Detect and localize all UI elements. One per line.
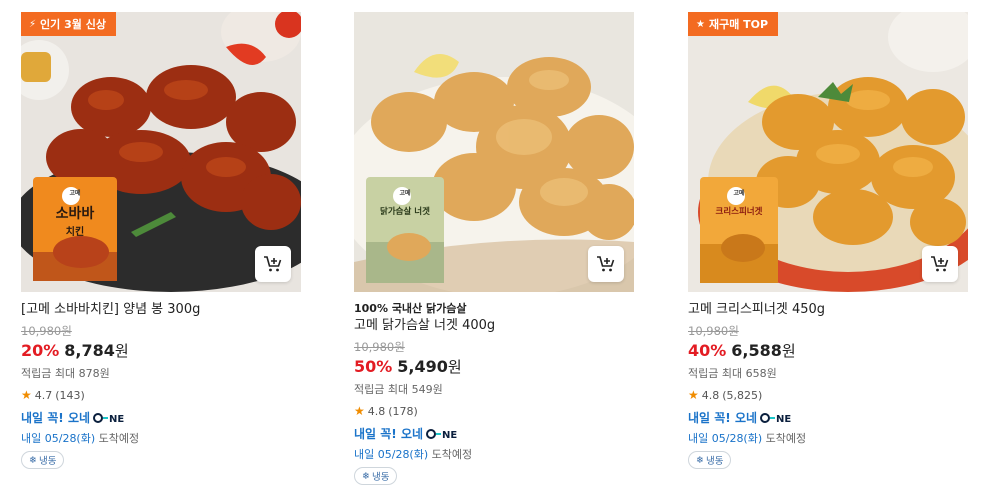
product-card[interactable]: 고메 크리스피너겟 ★ 재구매 TOP 고메 크리스피너겟 450g 10,98… xyxy=(688,12,968,469)
star-icon: ★ xyxy=(21,388,32,402)
star-icon: ★ xyxy=(688,388,699,402)
review-count: (143) xyxy=(55,388,85,402)
promo-badge-label: 재구매 TOP xyxy=(708,18,769,31)
review-count: (178) xyxy=(388,404,418,418)
price-row: 20% 8,784 원 xyxy=(21,340,301,361)
rating[interactable]: ★ 4.8 (5,825) xyxy=(688,388,968,402)
cart-plus-icon xyxy=(597,256,615,272)
storage-label: 냉동 xyxy=(38,456,57,467)
price-row: 40% 6,588 원 xyxy=(688,340,968,361)
package-subtitle: 치킨 xyxy=(65,227,85,238)
snowflake-icon: ❄ xyxy=(696,454,704,466)
original-price: 10,980원 xyxy=(688,324,739,338)
o-ne-logo-icon: NE xyxy=(760,411,794,425)
reward-points: 적립금 최대 549원 xyxy=(354,383,443,396)
svg-text:NE: NE xyxy=(442,430,457,440)
currency-unit: 원 xyxy=(781,342,796,360)
storage-tag: ❄ 냉동 xyxy=(354,467,398,485)
original-price: 10,980원 xyxy=(354,340,405,354)
add-to-cart-button[interactable] xyxy=(255,246,291,282)
reward-points: 적립금 최대 658원 xyxy=(688,367,777,380)
snowflake-icon: ❄ xyxy=(362,470,370,482)
delivery-badge: 내일 꼭! 오네 NE xyxy=(354,425,634,442)
arrival-date: 내일 05/28(화) xyxy=(688,432,763,445)
rating-score: 4.8 xyxy=(701,388,720,402)
delivery-label: 내일 꼭! 오네 xyxy=(21,411,91,425)
star-icon: ★ xyxy=(354,404,365,418)
sale-price: 6,588 xyxy=(731,341,782,360)
snowflake-icon: ❄ xyxy=(29,454,37,466)
rating-score: 4.8 xyxy=(367,404,386,418)
promo-badge: ⚡ 인기 3월 신상 xyxy=(21,12,116,36)
product-image[interactable]: 고메 소바바 치킨 ⚡ 인기 3월 신상 xyxy=(21,12,301,292)
storage-label: 냉동 xyxy=(705,456,724,467)
arrival-suffix: 도착예정 xyxy=(765,432,807,445)
o-ne-logo-icon: NE xyxy=(93,411,127,425)
sale-price: 8,784 xyxy=(64,341,115,360)
discount-rate: 20% xyxy=(21,341,60,360)
svg-text:NE: NE xyxy=(776,414,791,424)
storage-tag: ❄ 냉동 xyxy=(688,451,732,469)
rating[interactable]: ★ 4.8 (178) xyxy=(354,404,634,418)
delivery-label: 내일 꼭! 오네 xyxy=(688,411,758,425)
product-image[interactable]: 고메 닭가슴살 너겟 xyxy=(354,12,634,292)
cart-plus-icon xyxy=(264,256,282,272)
price-row: 50% 5,490 원 xyxy=(354,356,634,377)
promo-badge-label: 인기 3월 신상 xyxy=(40,18,106,31)
cart-plus-icon xyxy=(931,256,949,272)
original-price: 10,980원 xyxy=(21,324,72,338)
arrival-date: 내일 05/28(화) xyxy=(21,432,96,445)
package-title: 닭가슴살 너겟 xyxy=(380,207,430,217)
arrival-suffix: 도착예정 xyxy=(98,432,140,445)
svg-text:NE: NE xyxy=(109,414,124,424)
sale-price: 5,490 xyxy=(397,357,448,376)
arrival-suffix: 도착예정 xyxy=(431,448,473,461)
currency-unit: 원 xyxy=(447,358,462,376)
delivery-badge: 내일 꼭! 오네 NE xyxy=(688,409,968,426)
arrival-info: 내일 05/28(화) 도착예정 xyxy=(688,430,968,446)
package-brand: 고메 xyxy=(399,190,411,197)
discount-rate: 40% xyxy=(688,341,727,360)
star-icon: ★ xyxy=(696,18,705,30)
product-card[interactable]: 고메 닭가슴살 너겟 100% 국내산 닭가슴살 고메 닭가슴살 너겟 400g… xyxy=(354,12,634,485)
product-name[interactable]: 고메 닭가슴살 너겟 400g xyxy=(354,317,634,334)
add-to-cart-button[interactable] xyxy=(588,246,624,282)
product-tagline: 100% 국내산 닭가슴살 xyxy=(354,302,467,315)
package-brand: 고메 xyxy=(69,190,81,197)
rating[interactable]: ★ 4.7 (143) xyxy=(21,388,301,402)
delivery-badge: 내일 꼭! 오네 NE xyxy=(21,409,301,426)
arrival-info: 내일 05/28(화) 도착예정 xyxy=(21,430,301,446)
storage-label: 냉동 xyxy=(371,472,390,483)
rating-score: 4.7 xyxy=(34,388,53,402)
discount-rate: 50% xyxy=(354,357,393,376)
reward-points: 적립금 최대 878원 xyxy=(21,367,110,380)
product-name[interactable]: [고메 소바바치킨] 양념 봉 300g xyxy=(21,301,301,318)
package-title: 소바바 xyxy=(55,206,95,222)
storage-tag: ❄ 냉동 xyxy=(21,451,65,469)
product-card[interactable]: 고메 소바바 치킨 ⚡ 인기 3월 신상 [고메 소바바치킨] 양념 봉 300… xyxy=(21,12,301,469)
product-name[interactable]: 고메 크리스피너겟 450g xyxy=(688,301,968,318)
product-image[interactable]: 고메 크리스피너겟 ★ 재구매 TOP xyxy=(688,12,968,292)
promo-badge: ★ 재구매 TOP xyxy=(688,12,779,36)
package-title: 크리스피너겟 xyxy=(715,207,763,217)
arrival-info: 내일 05/28(화) 도착예정 xyxy=(354,446,634,462)
review-count: (5,825) xyxy=(722,388,763,402)
arrival-date: 내일 05/28(화) xyxy=(354,448,429,461)
package-brand: 고메 xyxy=(733,190,745,197)
lightning-icon: ⚡ xyxy=(29,18,37,30)
add-to-cart-button[interactable] xyxy=(922,246,958,282)
delivery-label: 내일 꼭! 오네 xyxy=(354,427,424,441)
o-ne-logo-icon: NE xyxy=(426,427,460,441)
currency-unit: 원 xyxy=(114,342,129,360)
